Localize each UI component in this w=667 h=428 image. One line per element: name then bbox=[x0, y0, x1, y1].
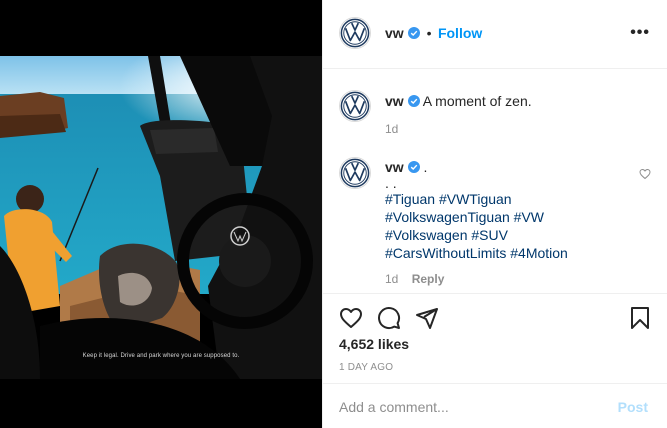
hashtag-comment-username[interactable]: vw bbox=[385, 159, 404, 175]
verified-badge-icon bbox=[408, 27, 421, 39]
likes-count[interactable]: 4,652 likes bbox=[339, 336, 409, 352]
hashtag-comment-dots: . . bbox=[385, 175, 397, 191]
caption-username[interactable]: vw bbox=[385, 93, 404, 109]
photo-disclaimer: Keep it legal. Drive and park where you … bbox=[82, 353, 240, 359]
header-separator: • bbox=[426, 25, 432, 41]
post-date[interactable]: 1 DAY AGO bbox=[339, 362, 393, 373]
hashtag-line[interactable]: #VolkswagenTiguan #VW bbox=[385, 208, 568, 226]
post-button[interactable]: Post bbox=[618, 399, 648, 415]
reply-button[interactable]: Reply bbox=[412, 272, 445, 286]
heart-icon[interactable] bbox=[339, 306, 363, 330]
share-icon[interactable] bbox=[415, 306, 439, 330]
add-comment-input[interactable] bbox=[339, 398, 589, 416]
hashtag-comment-meta: 1d Reply bbox=[385, 272, 444, 286]
post-photo bbox=[0, 56, 322, 379]
vw-logo-icon[interactable] bbox=[339, 90, 371, 122]
vw-logo-icon[interactable] bbox=[339, 157, 371, 189]
hashtag-line[interactable]: #Volkswagen #SUV bbox=[385, 226, 568, 244]
post-sidebar: vw • Follow ••• vw A moment of zen. 1d v… bbox=[322, 0, 667, 428]
post-modal: Keep it legal. Drive and park where you … bbox=[0, 0, 667, 428]
hashtag-comment-time[interactable]: 1d bbox=[385, 272, 398, 286]
hashtag-comment-dot: . bbox=[423, 159, 428, 175]
verified-badge-icon bbox=[407, 95, 420, 107]
comment-icon[interactable] bbox=[377, 306, 401, 330]
caption-text: A moment of zen. bbox=[422, 93, 532, 109]
post-header: vw • Follow ••• bbox=[323, 0, 667, 69]
more-icon[interactable]: ••• bbox=[630, 24, 650, 42]
add-comment-bar: Post bbox=[323, 383, 667, 428]
vw-logo-icon[interactable] bbox=[339, 17, 371, 49]
header-username[interactable]: vw bbox=[385, 25, 404, 41]
follow-button[interactable]: Follow bbox=[438, 25, 482, 41]
heart-icon[interactable] bbox=[639, 168, 651, 180]
post-actions: 4,652 likes 1 DAY AGO bbox=[323, 293, 667, 383]
hashtag-comment: vw . . . #Tiguan #VWTiguan #VolkswagenTi… bbox=[385, 158, 568, 262]
verified-badge-icon bbox=[407, 161, 420, 173]
post-media[interactable]: Keep it legal. Drive and park where you … bbox=[0, 0, 322, 428]
bookmark-icon[interactable] bbox=[628, 306, 652, 330]
caption-time[interactable]: 1d bbox=[385, 122, 398, 136]
caption-comment: vw A moment of zen. bbox=[385, 92, 532, 110]
hashtag-line[interactable]: #Tiguan #VWTiguan bbox=[385, 190, 568, 208]
header-user-line: vw • Follow bbox=[385, 25, 482, 43]
hashtag-line[interactable]: #CarsWithoutLimits #4Motion bbox=[385, 244, 568, 262]
